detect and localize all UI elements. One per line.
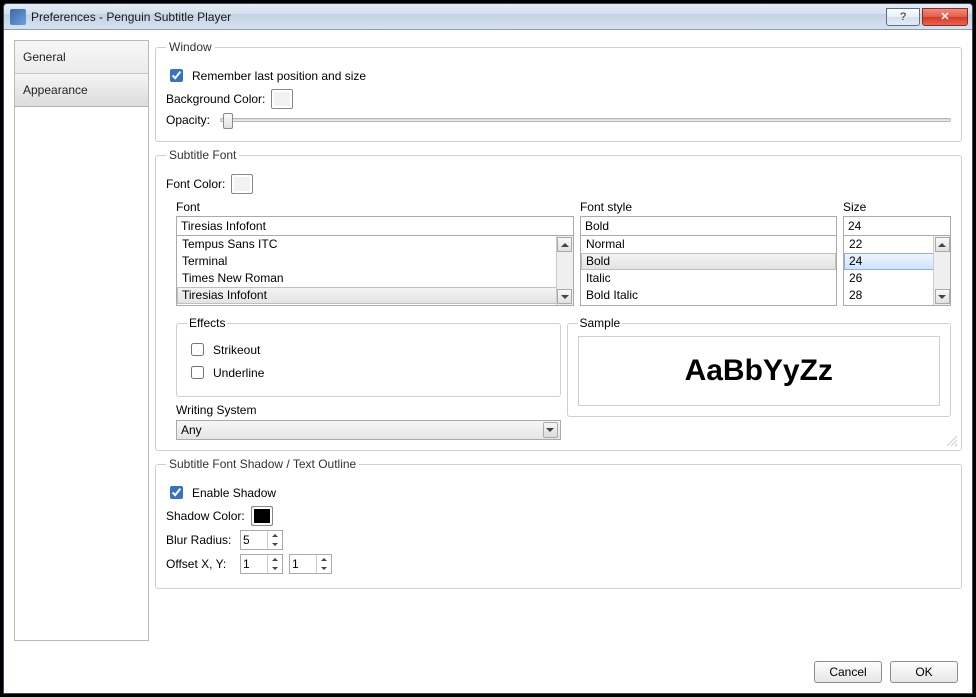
font-item[interactable]: Tempus Sans ITC [177,236,573,253]
scroll-up-icon[interactable] [935,237,950,252]
group-effects: Effects Strikeout Underline [176,316,561,397]
offset-x-spinner[interactable] [240,554,283,574]
font-combo[interactable]: Tiresias Infofont [176,216,574,236]
style-combo[interactable]: Bold [580,216,837,236]
style-head: Font style [580,200,837,214]
opacity-slider[interactable] [220,118,951,122]
size-combo-value: 24 [848,219,861,233]
offset-x-input[interactable] [241,555,267,573]
strikeout-label: Strikeout [213,343,260,357]
shadow-color-label: Shadow Color: [166,509,245,523]
sample-box: AaBbYyZz [578,336,941,406]
size-combo[interactable]: 24 [843,216,951,236]
close-button[interactable]: ✕ [922,8,968,26]
group-shadow: Subtitle Font Shadow / Text Outline Enab… [155,457,962,589]
fontcolor-label: Font Color: [166,177,225,191]
strikeout-checkbox[interactable] [191,343,204,356]
group-font-legend: Subtitle Font [166,148,239,162]
style-item[interactable]: Bold [581,253,836,270]
style-listbox[interactable]: Normal Bold Italic Bold Italic [580,236,837,306]
sidebar-tab-appearance[interactable]: Appearance [15,74,148,107]
enable-shadow-label: Enable Shadow [192,486,276,500]
size-scrollbar[interactable] [933,236,950,305]
sidebar: General Appearance [14,40,149,641]
size-head: Size [843,200,951,214]
remember-checkbox[interactable] [170,69,183,82]
shadow-color-swatch[interactable] [251,506,273,526]
sidebar-tab-general[interactable]: General [15,41,148,74]
bgcolor-label: Background Color: [166,92,265,106]
blur-spinner[interactable] [240,530,283,550]
ws-value: Any [181,423,202,437]
spin-up-icon[interactable] [268,531,282,540]
font-combo-value: Tiresias Infofont [181,219,266,233]
offset-y-spinner[interactable] [289,554,332,574]
dialog-button-bar: Cancel OK [4,651,972,693]
question-icon: ? [900,11,906,23]
blur-label: Blur Radius: [166,533,234,547]
underline-checkbox[interactable] [191,366,204,379]
group-subtitle-font: Subtitle Font Font Color: Font Tiresias … [155,148,962,451]
style-item[interactable]: Normal [581,236,836,253]
spin-down-icon[interactable] [268,564,282,573]
group-window-legend: Window [166,40,215,54]
spin-down-icon[interactable] [268,540,282,549]
opacity-label: Opacity: [166,113,210,127]
help-button[interactable]: ? [886,8,920,26]
blur-input[interactable] [241,531,267,549]
cancel-button[interactable]: Cancel [814,661,882,683]
style-item[interactable]: Bold Italic [581,287,836,304]
spin-up-icon[interactable] [268,555,282,564]
style-combo-value: Bold [585,219,609,233]
underline-label: Underline [213,366,264,380]
group-window: Window Remember last position and size B… [155,40,962,142]
scroll-down-icon[interactable] [935,289,950,304]
ok-button[interactable]: OK [890,661,958,683]
spin-down-icon[interactable] [317,564,331,573]
effects-legend: Effects [187,316,227,330]
font-listbox[interactable]: Tempus Sans ITC Terminal Times New Roman… [176,236,574,306]
size-listbox[interactable]: 22 24 26 28 [843,236,951,306]
opacity-thumb[interactable] [223,113,233,129]
font-scrollbar[interactable] [556,236,573,305]
group-shadow-legend: Subtitle Font Shadow / Text Outline [166,457,359,471]
enable-shadow-checkbox[interactable] [170,486,183,499]
font-head: Font [176,200,574,214]
font-item[interactable]: Times New Roman [177,270,573,287]
style-item[interactable]: Italic [581,270,836,287]
font-item[interactable]: Terminal [177,253,573,270]
writing-system-combo[interactable]: Any [176,420,561,440]
ws-label: Writing System [176,403,561,417]
window-title: Preferences - Penguin Subtitle Player [31,10,886,24]
resize-grip-icon[interactable] [945,434,957,446]
titlebar[interactable]: Preferences - Penguin Subtitle Player ? … [4,4,972,30]
spin-up-icon[interactable] [317,555,331,564]
sample-text: AaBbYyZz [685,354,833,388]
scroll-up-icon[interactable] [557,237,572,252]
offset-y-input[interactable] [290,555,316,573]
close-icon: ✕ [940,10,949,23]
font-item[interactable]: Tiresias Infofont [177,287,573,304]
bgcolor-swatch[interactable] [271,89,293,109]
sample-legend: Sample [578,316,623,330]
group-sample: Sample AaBbYyZz [567,316,952,417]
offset-label: Offset X, Y: [166,557,234,571]
chevron-down-icon [543,422,558,438]
remember-label: Remember last position and size [192,69,366,83]
fontcolor-swatch[interactable] [231,174,253,194]
scroll-down-icon[interactable] [557,289,572,304]
app-icon [10,9,26,25]
